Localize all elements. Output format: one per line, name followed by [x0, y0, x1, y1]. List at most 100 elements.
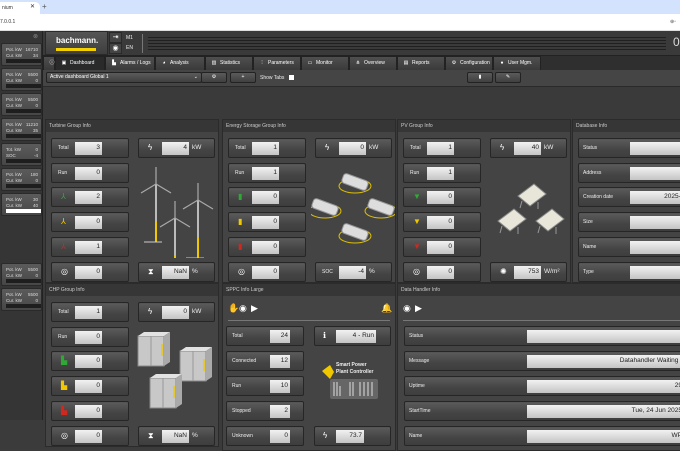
- tab-user-mgm-[interactable]: ● User Mgm.: [493, 56, 541, 71]
- stat-run[interactable]: Run 1: [228, 163, 306, 183]
- stat-chp-yellow[interactable]: ▙ 0: [51, 376, 129, 396]
- db-label: Status: [583, 145, 598, 151]
- power-button[interactable]: ϟ 0 kW: [138, 302, 215, 322]
- db-row-status[interactable]: Status: [578, 138, 680, 158]
- show-tabs-label: Show Tabs: [260, 75, 285, 81]
- stat-unknown[interactable]: ◎ 0: [403, 262, 481, 282]
- sppc-state[interactable]: ℹ 4 - Run: [314, 326, 391, 346]
- new-tab-icon[interactable]: +: [42, 2, 47, 11]
- stat-pv-red[interactable]: ▼ 0: [403, 237, 481, 257]
- stat-pv-green[interactable]: ▼ 0: [403, 187, 481, 207]
- sidebar-item[interactable]: Pot. kW 30 Cur. kW 40: [1, 193, 42, 216]
- extra-button[interactable]: SOC -4%: [315, 262, 392, 282]
- stat-chp-green[interactable]: ▙ 0: [51, 351, 129, 371]
- db-row-type[interactable]: Type: [578, 262, 680, 282]
- sidebar-item[interactable]: Pot. kW 5500 Cur. kW 0: [1, 263, 42, 286]
- stat-unknown[interactable]: ◎ 0: [51, 426, 129, 446]
- extra-label: SOC: [322, 269, 333, 275]
- sidebar-item[interactable]: Pot. kW 11210 Cur. kW 35: [1, 118, 42, 141]
- tab-info[interactable]: ⓘ: [43, 56, 55, 71]
- settings-button[interactable]: ⚙: [201, 72, 227, 83]
- sidebar-item[interactable]: Pot. kW 16710 Cur. kW 34: [1, 43, 42, 66]
- dashboard-select[interactable]: Active dashboard Global 1 ⌄: [46, 72, 202, 83]
- sppc-run[interactable]: Run 10: [226, 376, 304, 396]
- play-icon[interactable]: ▶: [251, 303, 258, 314]
- sppc-connected[interactable]: Connected 12: [226, 351, 304, 371]
- bell-icon[interactable]: 🔔: [381, 303, 392, 314]
- tab-statistics[interactable]: ▥ Statistics: [205, 56, 253, 71]
- tab-reports[interactable]: ▤ Reports: [397, 56, 445, 71]
- extra-button[interactable]: ✺ 753 W/m²: [490, 262, 567, 282]
- extra-button[interactable]: ⧗ NaN%: [138, 426, 215, 446]
- tab-analysis[interactable]: ◕ Analysis: [155, 56, 205, 71]
- language-icon[interactable]: ◉: [109, 43, 122, 54]
- sidebar-item[interactable]: Tot. kW 0 SOC -4: [1, 143, 42, 166]
- stat-total[interactable]: Total 1: [403, 138, 481, 158]
- hand-icon[interactable]: ✋: [228, 303, 239, 314]
- stat-label: Run: [58, 170, 68, 176]
- dh-row-message[interactable]: Message Datahandler Waiting f: [404, 351, 680, 371]
- stat-turbine-green[interactable]: ⅄ 2: [51, 187, 129, 207]
- language-label[interactable]: EN: [126, 45, 133, 51]
- extension-icon[interactable]: ⊕▫: [670, 19, 676, 25]
- stat-unknown[interactable]: ◎ 0: [228, 262, 306, 282]
- stat-value: 0: [427, 241, 454, 254]
- power-button[interactable]: ϟ 4 kW: [138, 138, 215, 158]
- stat-unknown[interactable]: ◎ 0: [51, 262, 129, 282]
- sidebar-item[interactable]: Pot. kW 5500 Cur. kW 0: [1, 68, 42, 91]
- sppc-unknown[interactable]: Unknown 0: [226, 426, 304, 446]
- show-tabs-checkbox[interactable]: [289, 75, 294, 80]
- sidebar-item[interactable]: Pot. kW 5500 Cur. kW 0: [1, 288, 42, 311]
- dh-value: 29: [527, 380, 680, 393]
- db-row-creation-date[interactable]: Creation date 2025-04: [578, 187, 680, 207]
- stat-turbine-red[interactable]: ⅄ 1: [51, 237, 129, 257]
- dh-row-status[interactable]: Status: [404, 326, 680, 346]
- sppc-total[interactable]: Total 24: [226, 326, 304, 346]
- stat-value: 1: [427, 142, 454, 155]
- dh-row-uptime[interactable]: Uptime 29: [404, 376, 680, 396]
- stat-total[interactable]: Total 3: [51, 138, 129, 158]
- stat-run[interactable]: Run 0: [51, 163, 129, 183]
- report-button[interactable]: ▮: [467, 72, 493, 83]
- stat-pv-yellow[interactable]: ▼ 0: [403, 212, 481, 232]
- stat-run[interactable]: Run 0: [51, 327, 129, 347]
- tab-monitor[interactable]: ▭ Monitor: [301, 56, 349, 71]
- power-button[interactable]: ϟ 0 kW: [315, 138, 392, 158]
- stop-icon[interactable]: ◉: [239, 303, 247, 314]
- close-icon[interactable]: ⊗: [33, 33, 38, 40]
- sidebar-item[interactable]: Pot. kW 5500 Cur. kW 0: [1, 93, 42, 116]
- stat-run[interactable]: Run 1: [403, 163, 481, 183]
- tab-overview[interactable]: ⋔ Overview: [349, 56, 397, 71]
- tab-alarms-logs[interactable]: ▙ Alarms / Logs: [105, 56, 155, 71]
- db-row-size[interactable]: Size: [578, 212, 680, 232]
- db-row-name[interactable]: Name: [578, 237, 680, 257]
- sppc-power[interactable]: ϟ 73.7: [314, 426, 391, 446]
- address-bar[interactable]: 7.0.0.1 ⊕▫: [0, 14, 680, 31]
- play-icon[interactable]: ▶: [415, 303, 422, 314]
- login-icon[interactable]: ⇥: [109, 32, 122, 43]
- power-icon: ϟ: [325, 143, 330, 152]
- stat-turbine-yellow[interactable]: ⅄ 0: [51, 212, 129, 232]
- power-button[interactable]: ϟ 40 kW: [490, 138, 567, 158]
- stop-icon[interactable]: ◉: [403, 303, 411, 314]
- tab-parameters[interactable]: ⫶ Parameters: [253, 56, 301, 71]
- stat-chp-red[interactable]: ▙ 0: [51, 401, 129, 421]
- close-tab-icon[interactable]: ✕: [30, 3, 35, 10]
- db-row-address[interactable]: Address: [578, 163, 680, 183]
- stat-battery-green[interactable]: ▮ 0: [228, 187, 306, 207]
- extra-button[interactable]: ⧗ NaN%: [138, 262, 215, 282]
- stat-battery-red[interactable]: ▮ 0: [228, 237, 306, 257]
- tools-button[interactable]: ✎: [495, 72, 521, 83]
- progress-bar: [6, 159, 41, 163]
- dh-row-starttime[interactable]: StartTime Tue, 24 Jun 2025: [404, 401, 680, 421]
- stat-total[interactable]: Total 1: [51, 302, 129, 322]
- tab-configuration[interactable]: ⚙ Configuration: [445, 56, 493, 71]
- stat-battery-yellow[interactable]: ▮ 0: [228, 212, 306, 232]
- dh-row-name[interactable]: Name WP: [404, 426, 680, 446]
- tab-dashboard[interactable]: ▣ Dashboard: [55, 56, 105, 71]
- sppc-stopped[interactable]: Stopped 2: [226, 401, 304, 421]
- stat-total[interactable]: Total 1: [228, 138, 306, 158]
- add-button[interactable]: +: [230, 72, 256, 83]
- stat-label: Run: [235, 170, 245, 176]
- sidebar-item[interactable]: Pot. kW 180 Cur. kW 0: [1, 168, 42, 191]
